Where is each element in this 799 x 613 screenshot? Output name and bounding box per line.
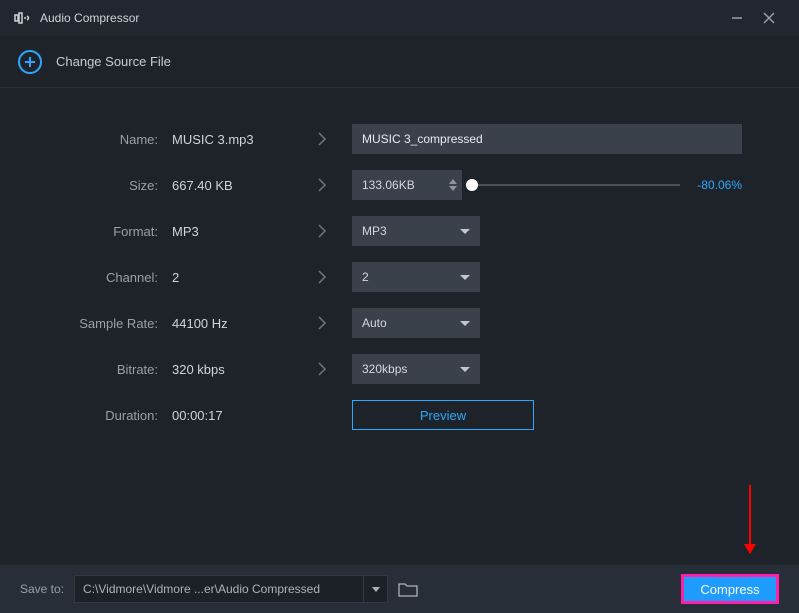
- bitrate-selected: 320kbps: [362, 362, 460, 376]
- samplerate-current: 44100 Hz: [172, 316, 292, 331]
- compress-button[interactable]: Compress: [681, 574, 779, 604]
- format-select[interactable]: MP3: [352, 216, 480, 246]
- duration-current: 00:00:17: [172, 408, 292, 423]
- form-area: Name: MUSIC 3.mp3 Size: 667.40 KB 133.06…: [0, 88, 799, 438]
- app-icon: [14, 11, 32, 25]
- format-label: Format:: [22, 224, 172, 239]
- path-dropdown-button[interactable]: [364, 575, 388, 603]
- spinner-down-icon[interactable]: [449, 186, 457, 191]
- row-name: Name: MUSIC 3.mp3: [22, 116, 777, 162]
- slider-thumb[interactable]: [466, 179, 478, 191]
- channel-current: 2: [172, 270, 292, 285]
- arrow-icon: [292, 223, 352, 239]
- arrow-icon: [292, 361, 352, 377]
- samplerate-select[interactable]: Auto: [352, 308, 480, 338]
- change-source-row: Change Source File: [0, 36, 799, 88]
- name-label: Name:: [22, 132, 172, 147]
- chevron-down-icon: [372, 587, 380, 592]
- size-slider[interactable]: [472, 184, 680, 186]
- samplerate-label: Sample Rate:: [22, 316, 172, 331]
- change-source-label[interactable]: Change Source File: [56, 54, 171, 69]
- size-current: 667.40 KB: [172, 178, 292, 193]
- row-duration: Duration: 00:00:17 Preview: [22, 392, 777, 438]
- samplerate-selected: Auto: [362, 316, 460, 330]
- footer-bar: Save to: Compress: [0, 565, 799, 613]
- add-source-button[interactable]: [18, 50, 42, 74]
- channel-select[interactable]: 2: [352, 262, 480, 292]
- format-selected: MP3: [362, 224, 460, 238]
- row-samplerate: Sample Rate: 44100 Hz Auto: [22, 300, 777, 346]
- saveto-label: Save to:: [20, 582, 64, 596]
- chevron-down-icon: [460, 275, 470, 280]
- bitrate-select[interactable]: 320kbps: [352, 354, 480, 384]
- path-box: [74, 575, 388, 603]
- arrow-icon: [292, 315, 352, 331]
- arrow-icon: [292, 177, 352, 193]
- chevron-down-icon: [460, 321, 470, 326]
- app-title: Audio Compressor: [40, 11, 139, 25]
- arrow-icon: [292, 131, 352, 147]
- size-spinner[interactable]: 133.06KB: [352, 170, 462, 200]
- close-button[interactable]: [753, 4, 785, 32]
- bitrate-current: 320 kbps: [172, 362, 292, 377]
- arrow-icon: [292, 269, 352, 285]
- channel-label: Channel:: [22, 270, 172, 285]
- size-new-value: 133.06KB: [352, 178, 444, 192]
- row-channel: Channel: 2 2: [22, 254, 777, 300]
- save-path-input[interactable]: [74, 575, 364, 603]
- size-percent: -80.06%: [690, 178, 742, 192]
- minimize-button[interactable]: [721, 4, 753, 32]
- chevron-down-icon: [460, 367, 470, 372]
- size-label: Size:: [22, 178, 172, 193]
- channel-selected: 2: [362, 270, 460, 284]
- name-current: MUSIC 3.mp3: [172, 132, 292, 147]
- format-current: MP3: [172, 224, 292, 239]
- chevron-down-icon: [460, 229, 470, 234]
- titlebar: Audio Compressor: [0, 0, 799, 36]
- open-folder-button[interactable]: [398, 581, 418, 597]
- row-size: Size: 667.40 KB 133.06KB -80.06%: [22, 162, 777, 208]
- bitrate-label: Bitrate:: [22, 362, 172, 377]
- row-format: Format: MP3 MP3: [22, 208, 777, 254]
- spinner-up-icon[interactable]: [449, 179, 457, 184]
- annotation-arrow: [749, 485, 751, 553]
- preview-button[interactable]: Preview: [352, 400, 534, 430]
- duration-label: Duration:: [22, 408, 172, 423]
- row-bitrate: Bitrate: 320 kbps 320kbps: [22, 346, 777, 392]
- name-input[interactable]: [352, 124, 742, 154]
